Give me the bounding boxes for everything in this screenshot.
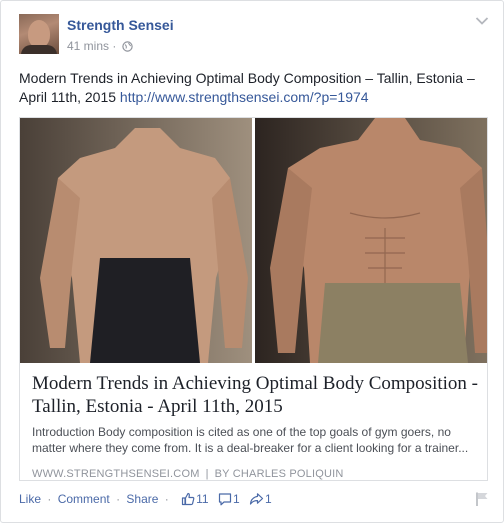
author-name[interactable]: Strength Sensei	[67, 17, 174, 33]
source-separator: |	[205, 468, 209, 480]
shares-count[interactable]: 1	[265, 492, 272, 506]
meta-separator: ·	[112, 39, 117, 53]
post-card: Strength Sensei 41 mins · Modern Trends …	[0, 0, 504, 523]
post-time[interactable]: 41 mins	[67, 39, 109, 53]
share-arrow-icon[interactable]	[249, 492, 264, 509]
action-separator: ·	[164, 492, 169, 506]
thumbs-up-icon[interactable]	[181, 492, 195, 509]
link-byline: BY CHARLES POLIQUIN	[214, 468, 344, 480]
post-message: Modern Trends in Achieving Optimal Body …	[19, 69, 489, 107]
flag-icon[interactable]	[475, 491, 489, 507]
chevron-down-icon[interactable]	[475, 16, 489, 26]
comment-bubble-icon[interactable]	[218, 492, 232, 509]
link-domain: WWW.STRENGTHSENSEI.COM	[32, 468, 200, 480]
comments-count[interactable]: 1	[233, 492, 240, 506]
post-header: Strength Sensei 41 mins ·	[19, 14, 489, 54]
link-preview[interactable]: Modern Trends in Achieving Optimal Body …	[19, 117, 488, 481]
likes-count[interactable]: 11	[196, 492, 208, 506]
like-button[interactable]: Like	[19, 492, 41, 506]
avatar[interactable]	[19, 14, 59, 54]
action-separator: ·	[47, 492, 52, 506]
globe-icon[interactable]	[122, 41, 133, 55]
link-description: Introduction Body composition is cited a…	[32, 425, 469, 455]
action-bar: Like · Comment · Share · 11 1 1	[19, 492, 489, 509]
link-info: Modern Trends in Achieving Optimal Body …	[32, 372, 478, 480]
image-divider	[252, 118, 255, 363]
link-source: WWW.STRENGTHSENSEI.COM | BY CHARLES POLIQU…	[32, 468, 478, 480]
action-separator: ·	[116, 492, 121, 506]
link-title[interactable]: Modern Trends in Achieving Optimal Body …	[32, 372, 478, 418]
share-button[interactable]: Share	[126, 492, 158, 506]
comment-button[interactable]: Comment	[58, 492, 110, 506]
post-meta: 41 mins ·	[67, 39, 133, 55]
post-url-link[interactable]: http://www.strengthsensei.com/?p=1974	[120, 89, 369, 105]
preview-image[interactable]	[20, 118, 487, 363]
avatar-face	[28, 20, 50, 48]
avatar-shirt	[21, 45, 57, 54]
